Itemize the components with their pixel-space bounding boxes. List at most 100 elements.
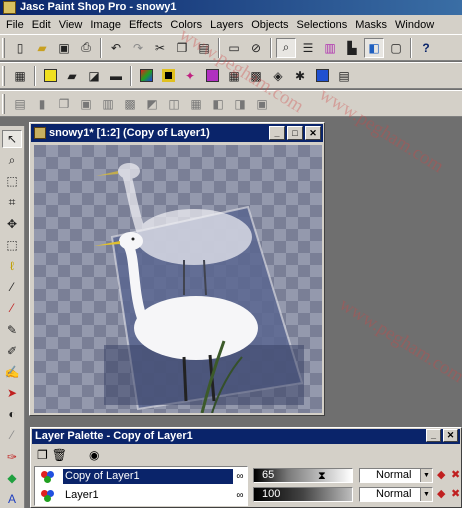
rgb-channel-icon[interactable] [136,66,156,86]
tool-options-icon[interactable]: ☰ [298,38,318,58]
minimize-button[interactable]: _ [269,126,285,140]
toolbar-grip[interactable] [2,37,5,58]
toggle-visibility-icon[interactable]: ◉ [89,448,99,462]
crop-tool-icon[interactable]: ⌗ [2,194,22,212]
palette-minimize-button[interactable]: _ [426,429,441,442]
menu-effects[interactable]: Effects [125,19,166,31]
blend-mode-select[interactable]: Normal ▼ [359,487,433,502]
flip-icon[interactable]: ◪ [84,66,104,86]
layer-palette-title-bar[interactable]: Layer Palette - Copy of Layer1 _ ✕ [32,429,460,444]
delete-mask-icon[interactable]: ✖ [451,487,460,500]
lasso-tool-icon[interactable]: ℓ [2,257,22,275]
script-toolbar-icon[interactable]: ▢ [386,38,406,58]
invert-mask-icon[interactable]: ◫ [164,94,184,114]
filter-icon[interactable]: ▦ [224,66,244,86]
layer-properties-icon[interactable]: ▥ [98,94,118,114]
frame-icon[interactable] [158,66,178,86]
menu-edit[interactable]: Edit [28,19,55,31]
document-title-bar[interactable]: snowy1* [1:2] (Copy of Layer1) _ □ ✕ [31,124,323,142]
new-layer-icon[interactable]: ❐ [37,448,48,462]
blend-mode-select[interactable]: Normal ▼ [359,468,433,483]
color-balance-icon[interactable]: ✦ [180,66,200,86]
menu-masks[interactable]: Masks [351,19,391,31]
maximize-button[interactable]: □ [287,126,303,140]
arrow-tool-icon[interactable]: ↖ [2,130,22,149]
normal-viewing-icon[interactable]: ⊘ [246,38,266,58]
texture-icon[interactable]: ▤ [334,66,354,86]
copy-icon[interactable]: ❐ [172,38,192,58]
toolbar-grip[interactable] [2,93,5,114]
pattern-icon[interactable]: ▩ [246,66,266,86]
scratch-remover-tool-icon[interactable]: ➤ [2,384,22,402]
help-icon[interactable]: ? [416,38,436,58]
save-mask-icon[interactable]: ▣ [252,94,272,114]
visibility-toggle-icon[interactable]: ∞ [233,490,247,501]
text-tool-icon[interactable]: A [2,490,22,508]
clone-brush-tool-icon[interactable]: ✎ [2,321,22,339]
menu-image[interactable]: Image [86,19,125,31]
delete-layer-icon[interactable]: 🗑 [52,448,67,462]
opacity-slider[interactable]: 100 [253,487,353,502]
menu-window[interactable]: Window [391,19,438,31]
delete-layer-icon[interactable]: ▮ [32,94,52,114]
cut-icon[interactable]: ✂ [150,38,170,58]
picture-tube-tool-icon[interactable]: ⁄ [2,426,22,444]
new-file-icon[interactable]: ▯ [10,38,30,58]
undo-icon[interactable]: ↶ [106,38,126,58]
delete-mask-icon[interactable]: ✖ [451,468,460,481]
visibility-toggle-icon[interactable]: ∞ [233,471,247,482]
menu-layers[interactable]: Layers [206,19,247,31]
opacity-slider[interactable]: 65 ⧗ [253,468,353,483]
overview-window-icon[interactable]: ⌕ [276,37,296,58]
redo-icon[interactable]: ↷ [128,38,148,58]
merge-layer-icon[interactable]: ▣ [76,94,96,114]
menu-colors[interactable]: Colors [166,19,206,31]
erase-icon[interactable]: ▰ [62,66,82,86]
fill-swatch-icon[interactable] [40,66,60,86]
close-button[interactable]: ✕ [305,126,321,140]
histogram-icon[interactable]: ▙ [342,38,362,58]
flood-fill-tool-icon[interactable]: ◆ [2,469,22,487]
layer-row[interactable]: Layer1 ∞ [35,487,247,504]
duplicate-layer-icon[interactable]: ❐ [54,94,74,114]
deformation-tool-icon[interactable]: ⬚ [2,172,22,190]
mirror-icon[interactable]: ▬ [106,66,126,86]
sharpen-icon[interactable]: ◈ [268,66,288,86]
save-icon[interactable]: ▣ [54,38,74,58]
hue-icon[interactable] [202,66,222,86]
edit-mask-icon[interactable]: ◧ [208,94,228,114]
menu-file[interactable]: File [2,19,28,31]
load-mask-icon[interactable]: ◨ [230,94,250,114]
delete-mask-icon[interactable]: ▦ [186,94,206,114]
mask-icon[interactable]: ▩ [120,94,140,114]
dropper-tool-icon[interactable]: ⁄ [2,278,22,296]
layer-palette-icon[interactable]: ◧ [364,37,384,58]
menu-view[interactable]: View [55,19,87,31]
new-layer-icon[interactable]: ▤ [10,94,30,114]
color-replacer-tool-icon[interactable]: ✐ [2,342,22,360]
paste-icon[interactable]: ▤ [194,38,214,58]
open-folder-icon[interactable]: ▰ [32,38,52,58]
mover-tool-icon[interactable]: ✥ [2,215,22,233]
menu-objects[interactable]: Objects [247,19,292,31]
layer-mask-icon[interactable]: ◆ [437,487,445,500]
retouch-tool-icon[interactable]: ✍ [2,363,22,381]
layer-mask-icon[interactable]: ◆ [437,468,445,481]
zoom-tool-icon[interactable]: ⌕ [2,151,22,169]
palette-close-button[interactable]: ✕ [443,429,458,442]
mask-from-image-icon[interactable]: ◩ [142,94,162,114]
image-canvas[interactable] [34,145,322,413]
blue-square-icon[interactable] [312,66,332,86]
airbrush-tool-icon[interactable]: ✑ [2,447,22,465]
browse-icon[interactable]: ▦ [10,66,30,86]
color-palette-icon[interactable]: ▥ [320,38,340,58]
paint-brush-tool-icon[interactable]: ⁄ [2,299,22,317]
toolbar-grip[interactable] [2,65,5,86]
drop-shadow-icon[interactable]: ✱ [290,66,310,86]
menu-selections[interactable]: Selections [293,19,352,31]
eraser-tool-icon[interactable]: ◐ [2,405,22,423]
selection-tool-icon[interactable]: ⬚ [2,236,22,254]
layer-row[interactable]: Copy of Layer1 ∞ [35,468,247,485]
full-screen-preview-icon[interactable]: ▭ [224,38,244,58]
print-icon[interactable]: ⎙ [76,38,96,58]
